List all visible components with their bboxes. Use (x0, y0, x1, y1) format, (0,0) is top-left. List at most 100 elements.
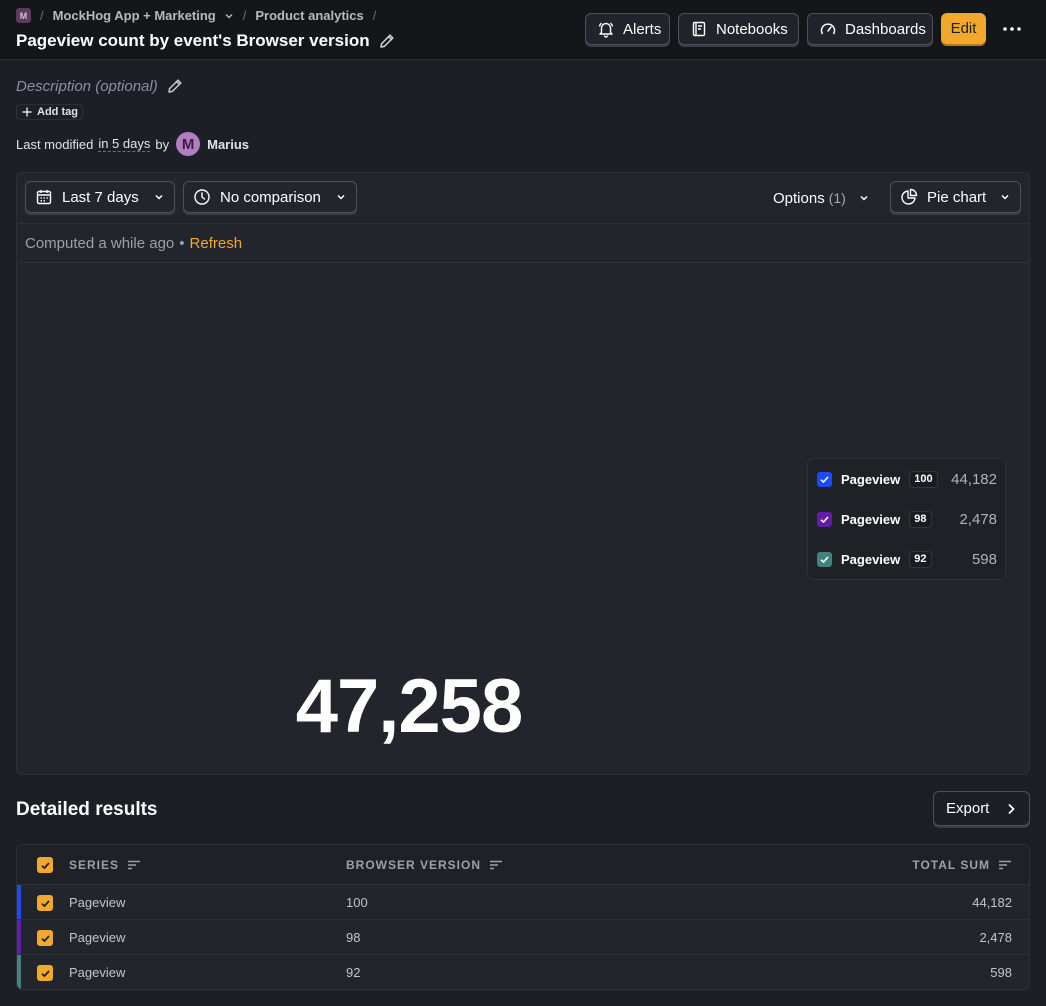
workspace-badge[interactable]: M (16, 8, 31, 23)
sort-icon[interactable] (489, 859, 503, 871)
column-label: SERIES (69, 858, 120, 872)
modified-by: by (155, 136, 170, 152)
chevron-down-icon[interactable] (224, 11, 234, 21)
dashboards-button[interactable]: Dashboards (807, 13, 933, 45)
insight-card: Last 7 days No comparison Options (1) Pi… (16, 172, 1030, 775)
add-tag-button[interactable]: Add tag (16, 104, 83, 120)
plus-icon (21, 106, 33, 118)
table-row[interactable]: Pageview 100 44,182 (17, 885, 1029, 920)
breadcrumb: M / MockHog App + Marketing / Product an… (16, 7, 379, 24)
insight-toolbar: Last 7 days No comparison Options (1) Pi… (17, 173, 1029, 224)
description-placeholder[interactable]: Description (optional) (16, 78, 158, 95)
description-field[interactable]: Description (optional) (16, 76, 184, 96)
date-range-select[interactable]: Last 7 days (25, 181, 175, 213)
page-title-text[interactable]: Pageview count by event's Browser versio… (16, 31, 370, 51)
breadcrumb-section[interactable]: Product analytics (255, 8, 363, 23)
computed-text: Computed a while ago (25, 234, 175, 252)
sort-icon[interactable] (998, 859, 1012, 871)
last-modified: Last modified in 5 days by M Marius (16, 132, 249, 156)
chart-type-select[interactable]: Pie chart (890, 181, 1021, 213)
column-label: TOTAL SUM (912, 858, 990, 872)
series-color-bar (17, 885, 21, 919)
legend-series-name: Pageview (841, 511, 901, 527)
cell-total: 44,182 (972, 895, 1012, 910)
column-header-total-sum[interactable]: TOTAL SUM (912, 857, 1012, 873)
legend-value: 44,182 (951, 470, 997, 488)
row-checkbox[interactable] (37, 930, 53, 946)
pie-chart-icon (900, 188, 918, 206)
add-tag-label: Add tag (37, 106, 78, 118)
column-label: BROWSER VERSION (346, 858, 482, 872)
export-label: Export (946, 800, 990, 817)
legend-item[interactable]: Pageview 98 2,478 (817, 510, 997, 528)
edit-button[interactable]: Edit (941, 13, 986, 44)
chart-type-label: Pie chart (927, 188, 987, 206)
bell-icon (597, 20, 615, 38)
row-checkbox[interactable] (37, 965, 53, 981)
chevron-down-icon (858, 192, 870, 204)
more-options-icon[interactable] (998, 17, 1026, 41)
alerts-label: Alerts (623, 20, 662, 38)
chevron-down-icon (999, 191, 1011, 203)
cell-series: Pageview (69, 895, 126, 910)
chevron-down-icon (153, 191, 165, 203)
notebook-icon (690, 20, 708, 38)
status-separator: • (179, 234, 185, 252)
legend-item[interactable]: Pageview 92 598 (817, 550, 997, 568)
options-dropdown[interactable]: Options (1) (773, 187, 870, 209)
table-row[interactable]: Pageview 98 2,478 (17, 920, 1029, 955)
calendar-icon (35, 188, 53, 206)
date-range-label: Last 7 days (62, 188, 139, 206)
alerts-button[interactable]: Alerts (585, 13, 670, 45)
chart-legend: Pageview 100 44,182 Pageview 98 2,478 Pa… (807, 458, 1006, 580)
select-all-checkbox[interactable] (37, 857, 53, 873)
modified-time: in 5 days (98, 136, 151, 152)
chevron-right-icon (1005, 802, 1017, 816)
modified-prefix: Last modified (16, 136, 94, 152)
table-header: SERIES BROWSER VERSION TOTAL SUM (17, 845, 1029, 885)
cell-series: Pageview (69, 930, 126, 945)
clock-icon (193, 188, 211, 206)
legend-checkbox[interactable] (817, 471, 832, 487)
sort-icon[interactable] (127, 859, 141, 871)
cell-total: 598 (990, 965, 1012, 980)
computed-status: Computed a while ago • Refresh (17, 224, 1029, 263)
avatar: M (176, 132, 201, 156)
legend-item[interactable]: Pageview 100 44,182 (817, 470, 997, 488)
pencil-icon[interactable] (378, 32, 396, 50)
cell-version: 98 (346, 930, 361, 945)
detailed-results-title: Detailed results (16, 799, 158, 820)
breadcrumb-separator: / (242, 8, 247, 23)
options-count: (1) (828, 190, 846, 206)
legend-checkbox[interactable] (817, 551, 832, 567)
legend-breakdown-badge: 100 (909, 470, 938, 488)
column-header-browser-version[interactable]: BROWSER VERSION (346, 857, 503, 873)
pencil-icon[interactable] (166, 77, 184, 95)
export-button[interactable]: Export (933, 791, 1030, 826)
series-color-bar (17, 955, 21, 989)
series-color-bar (17, 920, 21, 954)
notebooks-button[interactable]: Notebooks (678, 13, 799, 45)
refresh-link[interactable]: Refresh (190, 235, 243, 252)
breadcrumb-separator: / (372, 8, 377, 23)
legend-series-name: Pageview (841, 471, 901, 487)
cell-total: 2,478 (979, 930, 1012, 945)
row-checkbox[interactable] (37, 895, 53, 911)
comparison-select[interactable]: No comparison (183, 181, 357, 213)
page-title: Pageview count by event's Browser versio… (16, 30, 396, 52)
legend-breakdown-badge: 98 (909, 510, 932, 528)
legend-checkbox[interactable] (817, 511, 832, 527)
cell-series: Pageview (69, 965, 126, 980)
legend-series-name: Pageview (841, 551, 901, 567)
breadcrumb-project[interactable]: MockHog App + Marketing (53, 8, 216, 23)
chevron-down-icon (335, 191, 347, 203)
legend-breakdown-badge: 92 (909, 550, 932, 568)
dashboard-gauge-icon (819, 20, 837, 38)
breadcrumb-separator: / (40, 8, 44, 23)
table-row[interactable]: Pageview 92 598 (17, 955, 1029, 989)
options-label: Options (773, 189, 825, 207)
comparison-label: No comparison (220, 188, 321, 206)
notebooks-label: Notebooks (716, 20, 788, 38)
legend-value: 2,478 (959, 510, 997, 528)
column-header-series[interactable]: SERIES (69, 857, 141, 873)
